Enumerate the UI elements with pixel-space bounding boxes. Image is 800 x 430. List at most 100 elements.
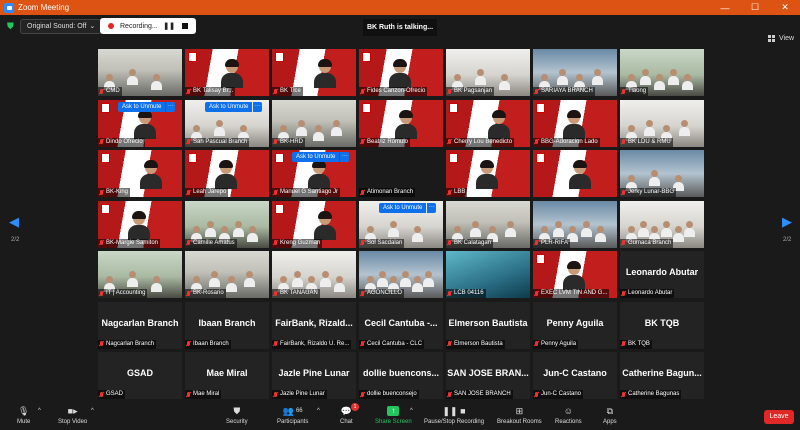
more-options-icon[interactable]: ··· (166, 101, 176, 112)
participant-name-label: dollie buenconsejo (359, 390, 419, 399)
muted-microphone-icon (621, 240, 626, 246)
participant-tile[interactable]: dollie buencons... dollie buenconsejo (359, 352, 443, 399)
participant-name-text: BK Tlce (280, 88, 301, 94)
leave-meeting-button[interactable]: Leave (764, 410, 794, 424)
participant-tile[interactable]: Penny Aguila Penny Aguila (533, 301, 617, 349)
participant-tile[interactable]: BK Talisay Br... (185, 49, 269, 96)
participant-tile[interactable]: Cherry Lou Benedicto (446, 99, 530, 147)
previous-page-arrow-icon[interactable]: ◀ (9, 214, 19, 230)
breakout-rooms-button[interactable]: ⊞ Breakout Rooms (497, 405, 542, 426)
stop-video-button[interactable]: ■▸ Stop Video (58, 405, 87, 426)
muted-microphone-icon (273, 290, 278, 297)
video-attendee-figure (411, 225, 423, 242)
participant-name-text: dollie buenconsejo (367, 391, 417, 397)
participant-tile[interactable]: Mae Miral Mae Miral (185, 352, 269, 399)
share-screen-button[interactable]: ↑ Share Screen (375, 405, 412, 425)
apps-button[interactable]: ⧉ Apps (603, 405, 617, 426)
pause-stop-icon: ❚❚ ■ (442, 405, 466, 416)
participant-name-text: BK-HRD (280, 138, 304, 145)
minimize-button[interactable]: — (710, 0, 740, 15)
next-page-arrow-icon[interactable]: ▶ (782, 214, 792, 230)
participant-tile[interactable]: BK LDU & RMU (620, 99, 704, 147)
participant-tile[interactable]: CMD (98, 49, 182, 96)
stop-recording-icon[interactable] (182, 23, 188, 29)
encryption-shield-icon[interactable]: ⛊ (7, 21, 16, 31)
participant-tile[interactable]: Gumaca Branch (620, 200, 704, 248)
participant-tile[interactable]: Tiaong (620, 49, 704, 96)
video-attendee-figure (388, 220, 400, 237)
participant-tile[interactable]: FairBank, Rizald... FairBank, Rizaldo U. … (272, 301, 356, 349)
share-options-caret[interactable]: ^ (410, 405, 413, 419)
mute-options-caret[interactable]: ^ (38, 405, 41, 419)
video-options-caret[interactable]: ^ (91, 405, 94, 419)
participant-tile[interactable]: Jerky Lunar-BBG (620, 150, 704, 197)
participant-name-label: BK-King (98, 188, 131, 197)
participant-tile[interactable]: Cecil Cantuba -... Cecil Cantuba - CLC (359, 301, 443, 349)
participant-video-figure (314, 210, 336, 240)
participants-options-caret[interactable]: ^ (317, 405, 320, 419)
reactions-button[interactable]: ☺ Reactions (555, 405, 582, 425)
participant-name-label: Camille Amatus (185, 238, 237, 248)
participant-tile[interactable]: AGONCILLO (359, 251, 443, 298)
participant-tile[interactable]: BK Pagsanjan (446, 49, 530, 96)
participant-tile[interactable]: LBB (446, 150, 530, 197)
participant-tile[interactable]: BK-King (98, 150, 182, 197)
security-button[interactable]: ⛊ Security (226, 405, 248, 426)
security-label: Security (226, 419, 248, 425)
video-attendee-figure (637, 220, 649, 237)
reactions-label: Reactions (555, 419, 582, 425)
zoom-app-icon (4, 2, 14, 13)
view-button[interactable]: View (768, 35, 794, 42)
mute-button[interactable]: 🎙 Mute (17, 405, 30, 426)
participant-tile[interactable]: GSAD GSAD (98, 352, 182, 399)
ask-to-unmute-button[interactable]: Ask to Unmute (292, 152, 340, 162)
participant-tile[interactable]: IT | Accounting (98, 251, 182, 298)
participants-button[interactable]: 👥 66 Participants (277, 405, 308, 426)
recording-dot-icon (108, 23, 114, 29)
ask-to-unmute-button[interactable]: Ask to Unmute (118, 101, 166, 112)
pause-stop-recording-button[interactable]: ❚❚ ■ Pause/Stop Recording (424, 405, 484, 426)
participant-tile[interactable]: BK Tlce (272, 49, 356, 96)
participant-tile[interactable]: Jun-C Castano Jun-C Castano (533, 352, 617, 399)
participant-tile[interactable]: Atimonan Branch (359, 150, 443, 197)
participant-tile[interactable]: PLR-RIFA (533, 200, 617, 248)
pause-recording-icon[interactable]: ❚❚ (163, 22, 175, 30)
more-options-icon[interactable]: ··· (340, 152, 350, 162)
participant-tile[interactable]: EXEC LVM TIN AND G... (533, 251, 617, 298)
more-options-icon[interactable]: ··· (427, 202, 437, 213)
participant-tile[interactable]: Fides Canzon-Ofrecio (359, 49, 443, 96)
participant-tile[interactable]: Camille Amatus (185, 200, 269, 248)
participant-tile[interactable]: Kreng Guzman (272, 200, 356, 248)
participant-tile[interactable]: Jazle Pine Lunar Jazle Pine Lunar (272, 352, 356, 399)
participant-tile[interactable]: SAN JOSE BRAN... SAN JOSE BRANCH (446, 352, 530, 399)
participant-tile[interactable]: Ibaan Branch Ibaan Branch (185, 301, 269, 349)
participant-tile[interactable]: Leonardo Abutar Leonardo Abutar (620, 251, 704, 298)
participant-tile[interactable]: Beatriz Romulo (359, 99, 443, 147)
participant-tile[interactable]: Nagcarlan Branch Nagcarlan Branch (98, 301, 182, 349)
participant-tile[interactable]: BK TQB BK TQB (620, 301, 704, 349)
participant-tile[interactable] (533, 150, 617, 197)
participant-tile[interactable]: BBG-Adoracion Lado (533, 99, 617, 147)
participant-name-text: Dindo Ofrecio (106, 138, 143, 145)
participant-tile[interactable]: BK TANAUAN (272, 251, 356, 298)
participant-name-text: Kreng Guzman (280, 239, 321, 246)
original-sound-toggle[interactable]: Original Sound: Off ⌄ (20, 19, 103, 34)
participant-tile[interactable]: SARIAYA BRANCH (533, 49, 617, 96)
chat-button[interactable]: 💬 1 Chat (340, 403, 359, 425)
participant-tile[interactable]: Elmerson Bautista Elmerson Bautista (446, 301, 530, 349)
maximize-button[interactable]: ☐ (740, 0, 770, 15)
active-speaker-banner: BK Ruth is talking... (363, 19, 437, 36)
muted-microphone-icon (447, 391, 452, 398)
participant-tile[interactable]: BK-Rosario (185, 251, 269, 298)
participant-tile[interactable]: Leah Jarepo (185, 150, 269, 197)
participant-tile[interactable]: Catherine Bagun... Catherine Bagunas (620, 352, 704, 399)
participant-tile[interactable]: BK-HRD (272, 99, 356, 147)
ask-to-unmute-button[interactable]: Ask to Unmute (205, 101, 253, 112)
close-button[interactable]: ✕ (770, 0, 800, 15)
participant-tile[interactable]: BK-Margie Samiton (98, 200, 182, 248)
more-options-icon[interactable]: ··· (253, 101, 263, 112)
participant-tile[interactable]: BK Calatagan (446, 200, 530, 248)
ask-to-unmute-overlay: Ask to Unmute ··· (292, 152, 350, 162)
participant-tile[interactable]: LCB 04116 (446, 251, 530, 298)
ask-to-unmute-button[interactable]: Ask to Unmute (379, 202, 427, 213)
